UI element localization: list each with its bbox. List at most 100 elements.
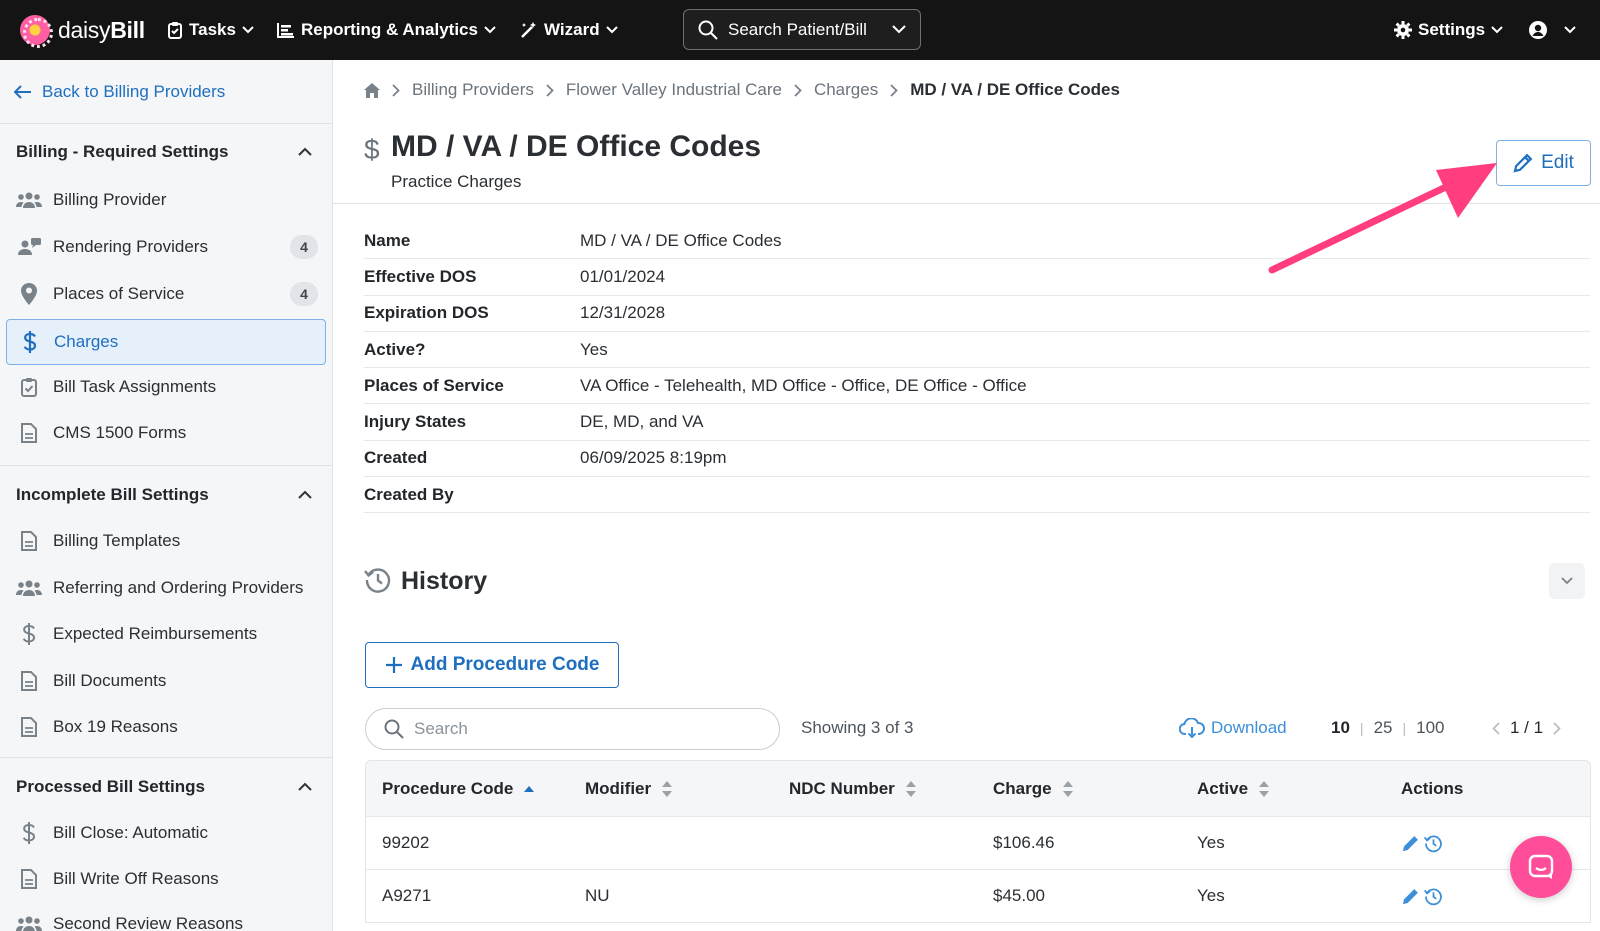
pencil-icon[interactable] xyxy=(1401,834,1420,853)
sidebar-item-box-19-reasons[interactable]: Box 19 Reasons xyxy=(6,704,326,750)
pencil-icon[interactable] xyxy=(1401,887,1420,906)
sidebar-item-expected-reimbursements[interactable]: Expected Reimbursements xyxy=(6,611,326,657)
page-title: MD / VA / DE Office Codes xyxy=(391,130,762,163)
sidebar-item-label: CMS 1500 Forms xyxy=(53,423,187,442)
detail-value: 06/09/2025 8:19pm xyxy=(580,448,727,468)
nav-settings[interactable]: Settings xyxy=(1394,0,1509,60)
user-circle-icon xyxy=(1529,21,1547,39)
dollar-icon xyxy=(22,822,36,844)
section-billing-required[interactable]: Billing - Required Settings xyxy=(16,142,229,162)
nav-wizard-label: Wizard xyxy=(544,20,600,39)
cell-procedure-code: A9271 xyxy=(382,886,432,905)
column-label: Actions xyxy=(1401,778,1464,798)
column-modifier[interactable]: Modifier xyxy=(585,779,673,799)
add-procedure-code-button[interactable]: Add Procedure Code xyxy=(365,642,619,688)
sidebar-item-label: Charges xyxy=(54,332,119,351)
history-icon[interactable] xyxy=(1424,887,1443,906)
edit-button[interactable]: Edit xyxy=(1496,140,1591,186)
section-incomplete-bill[interactable]: Incomplete Bill Settings xyxy=(16,485,209,505)
table-search-input[interactable]: Search xyxy=(365,708,780,750)
search-patient-bill[interactable]: Search Patient/Bill xyxy=(683,9,921,50)
nav-reporting-analytics[interactable]: Reporting & Analytics xyxy=(277,0,502,60)
breadcrumb-charges[interactable]: Charges xyxy=(814,80,878,100)
document-icon xyxy=(21,869,37,889)
column-label: Active xyxy=(1197,778,1249,798)
map-pin-icon xyxy=(21,283,37,305)
download-link[interactable]: Download xyxy=(1179,718,1287,738)
sidebar-item-second-review-reasons[interactable]: Second Review Reasons xyxy=(6,901,326,931)
search-icon xyxy=(384,719,404,739)
sort-icon xyxy=(905,780,916,797)
sidebar-item-cms-1500-forms[interactable]: CMS 1500 Forms xyxy=(6,410,326,456)
bar-chart-icon xyxy=(277,23,294,38)
brand[interactable]: daisyBill xyxy=(20,14,145,48)
cell-procedure-code: 99202 xyxy=(382,833,430,852)
edit-button-label: Edit xyxy=(1541,152,1574,173)
cell-charge: $45.00 xyxy=(993,886,1045,905)
chevron-right-icon xyxy=(392,83,400,97)
sidebar-item-bill-close-automatic[interactable]: Bill Close: Automatic xyxy=(6,810,326,856)
section-title: Billing - Required Settings xyxy=(16,142,229,161)
sidebar-item-places-of-service[interactable]: Places of Service 4 xyxy=(6,271,326,317)
history-toggle-button[interactable] xyxy=(1549,563,1585,599)
chevron-down-icon xyxy=(242,26,254,34)
breadcrumb-billing-providers[interactable]: Billing Providers xyxy=(412,80,534,100)
chevron-right-icon[interactable] xyxy=(1553,721,1561,735)
home-icon[interactable] xyxy=(364,82,380,98)
detail-label: Created xyxy=(364,448,428,468)
chevron-right-icon xyxy=(794,83,802,97)
sidebar-item-bill-documents[interactable]: Bill Documents xyxy=(6,658,326,704)
chevron-up-icon[interactable] xyxy=(298,782,312,791)
nav-wizard[interactable]: Wizard xyxy=(520,0,624,60)
user-menu[interactable] xyxy=(1528,0,1582,60)
sidebar-item-billing-templates[interactable]: Billing Templates xyxy=(6,518,326,564)
detail-label: Places of Service xyxy=(364,375,504,395)
detail-value: VA Office - Telehealth, MD Office - Offi… xyxy=(580,375,1027,395)
column-ndc-number[interactable]: NDC Number xyxy=(789,779,917,799)
page-size-25[interactable]: 25 xyxy=(1374,718,1393,738)
chevron-down-icon xyxy=(605,26,618,34)
section-processed-bill[interactable]: Processed Bill Settings xyxy=(16,777,205,797)
history-icon[interactable] xyxy=(1424,834,1443,853)
detail-value: 01/01/2024 xyxy=(580,266,666,286)
detail-value: DE, MD, and VA xyxy=(580,412,704,432)
column-active[interactable]: Active xyxy=(1197,779,1270,799)
sidebar-divider xyxy=(0,757,332,758)
column-procedure-code[interactable]: Procedure Code xyxy=(382,779,535,799)
sidebar-item-rendering-providers[interactable]: Rendering Providers 4 xyxy=(6,224,326,270)
detail-row-created-by: Created By xyxy=(364,477,1590,514)
detail-row-injury-states: Injury States DE, MD, and VA xyxy=(364,404,1590,441)
nav-tasks[interactable]: Tasks xyxy=(167,0,260,60)
users-icon xyxy=(16,192,42,208)
chevron-up-icon[interactable] xyxy=(298,147,312,156)
count-badge: 4 xyxy=(290,235,318,259)
sidebar-item-referring-ordering-providers[interactable]: Referring and Ordering Providers xyxy=(6,565,326,611)
page-size-100[interactable]: 100 xyxy=(1416,718,1444,738)
page-size-10[interactable]: 10 xyxy=(1331,718,1350,738)
detail-value: MD / VA / DE Office Codes xyxy=(580,230,782,250)
daisy-logo-icon xyxy=(20,15,53,48)
sidebar-item-bill-write-off-reasons[interactable]: Bill Write Off Reasons xyxy=(6,856,326,902)
arrow-left-icon xyxy=(14,85,31,99)
sidebar-item-charges[interactable]: Charges xyxy=(6,319,326,365)
detail-row-places-of-service: Places of Service VA Office - Telehealth,… xyxy=(364,368,1590,405)
back-to-billing-providers-link[interactable]: Back to Billing Providers xyxy=(14,82,225,102)
pencil-icon xyxy=(1513,153,1533,173)
breadcrumb-current: MD / VA / DE Office Codes xyxy=(910,80,1120,99)
pagination: 1 / 1 xyxy=(1492,718,1561,738)
section-title: Incomplete Bill Settings xyxy=(16,485,209,504)
page-info: 1 / 1 xyxy=(1510,718,1544,737)
sort-icon xyxy=(1259,780,1270,797)
cell-actions xyxy=(1401,887,1443,906)
dollar-icon xyxy=(23,331,37,353)
sidebar-item-bill-task-assignments[interactable]: Bill Task Assignments xyxy=(6,364,326,410)
sidebar-item-billing-provider[interactable]: Billing Provider xyxy=(6,177,326,223)
settings-sidebar: Back to Billing Providers Billing - Requ… xyxy=(0,60,333,931)
chevron-up-icon[interactable] xyxy=(298,490,312,499)
chat-launcher-button[interactable] xyxy=(1510,836,1572,898)
add-procedure-code-label: Add Procedure Code xyxy=(410,654,600,675)
breadcrumb-provider[interactable]: Flower Valley Industrial Care xyxy=(566,80,782,100)
column-charge[interactable]: Charge xyxy=(993,779,1074,799)
users-icon xyxy=(16,916,42,931)
chevron-left-icon[interactable] xyxy=(1492,721,1500,735)
